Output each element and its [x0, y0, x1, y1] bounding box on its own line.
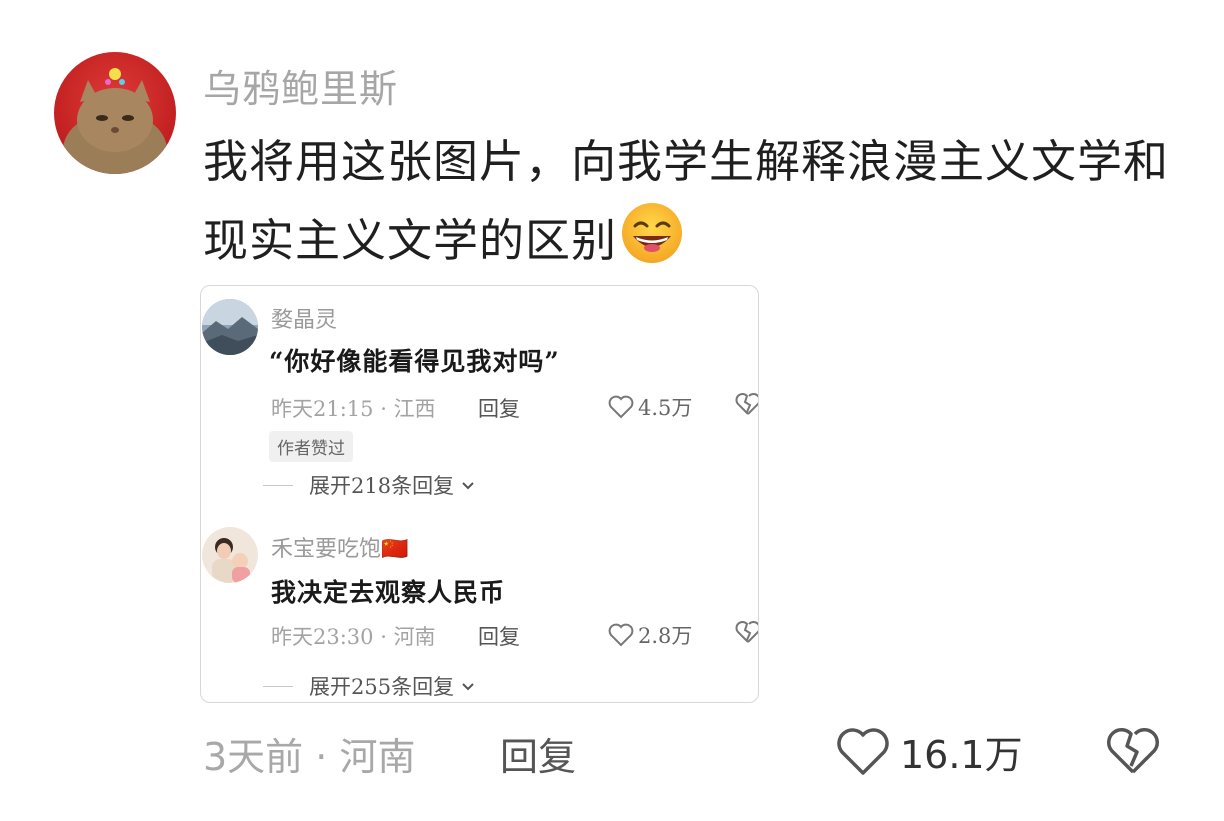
quoted-location-1: 江西: [393, 397, 436, 421]
quoted-reply-2: 回复: [478, 625, 520, 649]
heart-outline-icon: [608, 623, 634, 647]
quoted-like-count-1: 4.5万: [638, 396, 693, 420]
quoted-time-2: 昨天23:30: [271, 625, 374, 649]
quoted-expand-2: 展开255条回复: [263, 671, 478, 701]
broken-heart-icon: [735, 620, 758, 648]
quoted-text-1: “你好像能看得见我对吗”: [269, 347, 560, 376]
quoted-location-2: 河南: [393, 625, 436, 649]
author-liked-badge: 作者赞过: [269, 431, 353, 462]
quoted-like-2: 2.8万: [608, 620, 692, 650]
quoted-time-1: 昨天21:15: [271, 397, 374, 421]
comment-username[interactable]: 乌鸦鲍里斯: [203, 58, 398, 113]
heart-outline-icon: [837, 727, 889, 775]
quoted-expand-label-1: 展开218条回复: [309, 474, 455, 498]
reply-button[interactable]: 回复: [500, 726, 576, 781]
quoted-expand-label-2: 展开255条回复: [309, 675, 455, 699]
user-avatar[interactable]: [54, 52, 176, 174]
like-count: 16.1万: [900, 733, 1023, 777]
dislike-button[interactable]: [1106, 726, 1160, 780]
divider: [263, 484, 293, 486]
quoted-avatar-2: [202, 527, 258, 583]
quoted-expand-1: 展开218条回复: [263, 470, 478, 500]
quoted-avatar-1: [202, 299, 258, 355]
comment-body: 我将用这张图片，向我学生解释浪漫主义文学和现实主义文学的区别: [203, 124, 1193, 279]
quoted-text-2: 我决定去观察人民币: [271, 578, 506, 607]
chevron-down-icon: [462, 683, 474, 691]
broken-heart-icon: [735, 392, 758, 420]
grinning-sweat-emoji: [619, 200, 685, 266]
quoted-like-count-2: 2.8万: [638, 624, 693, 648]
quoted-reply-1: 回复: [478, 397, 520, 421]
comment-meta: 3天前 · 河南: [203, 735, 416, 779]
heart-outline-icon: [608, 395, 634, 419]
comment-time: 3天前: [203, 735, 304, 779]
divider: [263, 685, 293, 687]
quoted-username-2: 禾宝要吃饱🇨🇳: [271, 537, 409, 562]
like-button[interactable]: 16.1万: [836, 724, 1023, 779]
quoted-username-1: 婺晶灵: [271, 308, 338, 333]
comment-location: 河南: [339, 735, 416, 779]
quoted-comments-image[interactable]: 婺晶灵 “你好像能看得见我对吗” 昨天21:15 · 江西 回复 4.5万 作者…: [200, 285, 759, 703]
quoted-meta-1: 昨天21:15 · 江西: [271, 397, 436, 421]
quoted-meta-2: 昨天23:30 · 河南: [271, 625, 436, 649]
comment-text: 我将用这张图片，向我学生解释浪漫主义文学和现实主义文学的区别: [203, 135, 1170, 267]
chevron-down-icon: [462, 482, 474, 490]
quoted-like-1: 4.5万: [608, 392, 692, 422]
broken-heart-icon: [1107, 728, 1159, 774]
